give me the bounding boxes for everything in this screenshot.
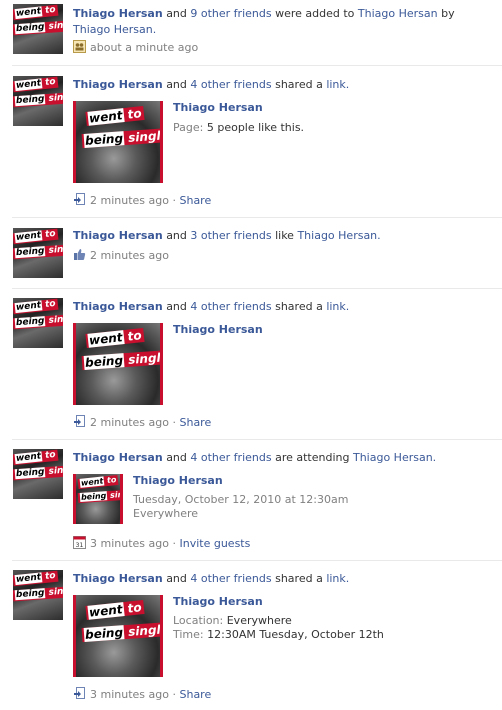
thumbnail-caption-top: went to	[85, 328, 145, 348]
timestamp-link[interactable]: 3 minutes ago	[90, 688, 169, 701]
event-location: Everywhere	[133, 507, 199, 520]
avatar-caption-top: went to	[13, 449, 59, 466]
story-meta: 3 minutes ago · Share	[73, 687, 211, 702]
thumbnail-caption-bottom: being single	[81, 127, 160, 149]
story-meta: 31 3 minutes ago · Invite guests	[73, 536, 250, 551]
avatar-caption-bottom: being single	[13, 313, 63, 330]
divider	[12, 217, 502, 218]
timestamp-link[interactable]: 2 minutes ago	[90, 249, 169, 262]
object-link[interactable]: link.	[326, 300, 349, 313]
story-meta: about a minute ago	[73, 40, 198, 55]
avatar[interactable]: went to being single	[13, 76, 63, 126]
object-link[interactable]: link.	[326, 78, 349, 91]
story-text: Thiago Hersan and 4 other friends are at…	[73, 451, 437, 464]
avatar-caption-bottom: being single	[13, 464, 63, 481]
actor-link[interactable]: Thiago Hersan	[73, 572, 163, 585]
calendar-day: 31	[76, 542, 84, 549]
timestamp-link[interactable]: 2 minutes ago	[90, 416, 169, 429]
divider	[12, 65, 502, 66]
attachment-title[interactable]: Thiago Hersan	[173, 323, 263, 337]
thumbnail-caption-top: went to	[85, 600, 145, 620]
object-link[interactable]: link.	[326, 572, 349, 585]
avatar-caption-bottom: being single	[13, 243, 63, 260]
avatar-caption-top: went to	[13, 298, 59, 315]
story-text: Thiago Hersan and 4 other friends shared…	[73, 572, 350, 585]
avatar-caption-bottom: being single	[13, 91, 63, 108]
story-meta: 2 minutes ago · Share	[73, 415, 211, 430]
story-text: Thiago Hersan and 3 other friends like T…	[73, 229, 381, 242]
others-link[interactable]: 4 other friends	[190, 572, 271, 585]
others-link[interactable]: 9 other friends	[190, 7, 271, 20]
actor-link[interactable]: Thiago Hersan	[73, 7, 163, 20]
avatar[interactable]: went to being single	[13, 4, 63, 54]
attachment-thumbnail[interactable]: went to being single	[73, 595, 163, 677]
actor-link[interactable]: Thiago Hersan	[73, 229, 163, 242]
attachment-description: Page: 5 people like this.	[173, 121, 305, 134]
attachment-thumbnail[interactable]: went to being single	[73, 101, 163, 183]
attachment-thumbnail[interactable]: went to being single	[73, 323, 163, 405]
event-title[interactable]: Thiago Hersan	[133, 474, 223, 488]
actor-link[interactable]: Thiago Hersan	[73, 78, 163, 91]
by-actor-link[interactable]: Thiago Hersan.	[73, 23, 156, 36]
attachment-title[interactable]: Thiago Hersan	[173, 101, 263, 115]
avatar-caption-bottom: being single	[13, 585, 63, 602]
link-icon	[73, 415, 86, 428]
target-link[interactable]: Thiago Hersan	[358, 7, 438, 20]
target-link[interactable]: Thiago Hersan.	[297, 229, 380, 242]
event-datetime: Tuesday, October 12, 2010 at 12:30am	[133, 493, 349, 506]
thumbnail-caption-bottom: being single	[81, 349, 160, 371]
avatar[interactable]: went to being single	[13, 228, 63, 278]
actor-link[interactable]: Thiago Hersan	[73, 300, 163, 313]
share-link[interactable]: Share	[179, 194, 211, 207]
avatar-caption-top: went to	[13, 76, 59, 93]
link-icon	[73, 193, 86, 206]
actor-link[interactable]: Thiago Hersan	[73, 451, 163, 464]
others-link[interactable]: 4 other friends	[190, 451, 271, 464]
calendar-icon: 31	[73, 536, 86, 549]
friends-icon	[73, 40, 86, 53]
share-link[interactable]: Share	[179, 688, 211, 701]
avatar[interactable]: went to being single	[13, 449, 63, 499]
avatar-caption-top: went to	[13, 228, 59, 245]
thumbnail-caption-top: went to	[77, 474, 119, 490]
divider	[12, 439, 502, 440]
others-link[interactable]: 4 other friends	[190, 78, 271, 91]
timestamp-link[interactable]: 3 minutes ago	[90, 537, 169, 550]
thumbnail-caption-bottom: being single	[81, 621, 160, 643]
link-icon	[73, 687, 86, 700]
story-text: Thiago Hersan and 9 other friends were a…	[73, 7, 455, 36]
avatar-caption-bottom: being single	[13, 19, 63, 36]
story-text: Thiago Hersan and 4 other friends shared…	[73, 300, 350, 313]
like-icon	[73, 248, 86, 261]
invite-guests-link[interactable]: Invite guests	[179, 537, 250, 550]
divider	[12, 560, 502, 561]
avatar[interactable]: went to being single	[13, 570, 63, 620]
avatar[interactable]: went to being single	[13, 298, 63, 348]
avatar-caption-top: went to	[13, 570, 59, 587]
avatar-caption-top: went to	[13, 4, 59, 21]
timestamp-link[interactable]: about a minute ago	[90, 41, 198, 54]
attachment-title[interactable]: Thiago Hersan	[173, 595, 263, 609]
attachment-location: Location: Everywhere	[173, 614, 292, 627]
others-link[interactable]: 3 other friends	[190, 229, 271, 242]
event-thumbnail[interactable]: went to being single	[73, 474, 123, 524]
story-meta: 2 minutes ago · Share	[73, 193, 211, 208]
timestamp-link[interactable]: 2 minutes ago	[90, 194, 169, 207]
thumbnail-caption-top: went to	[85, 106, 145, 126]
divider	[12, 288, 502, 289]
thumbnail-caption-bottom: being single	[77, 488, 120, 504]
attachment-time: Time: 12:30AM Tuesday, October 12th	[173, 628, 384, 641]
target-link[interactable]: Thiago Hersan.	[353, 451, 436, 464]
story-text: Thiago Hersan and 4 other friends shared…	[73, 78, 350, 91]
others-link[interactable]: 4 other friends	[190, 300, 271, 313]
story-meta: 2 minutes ago	[73, 248, 169, 263]
share-link[interactable]: Share	[179, 416, 211, 429]
